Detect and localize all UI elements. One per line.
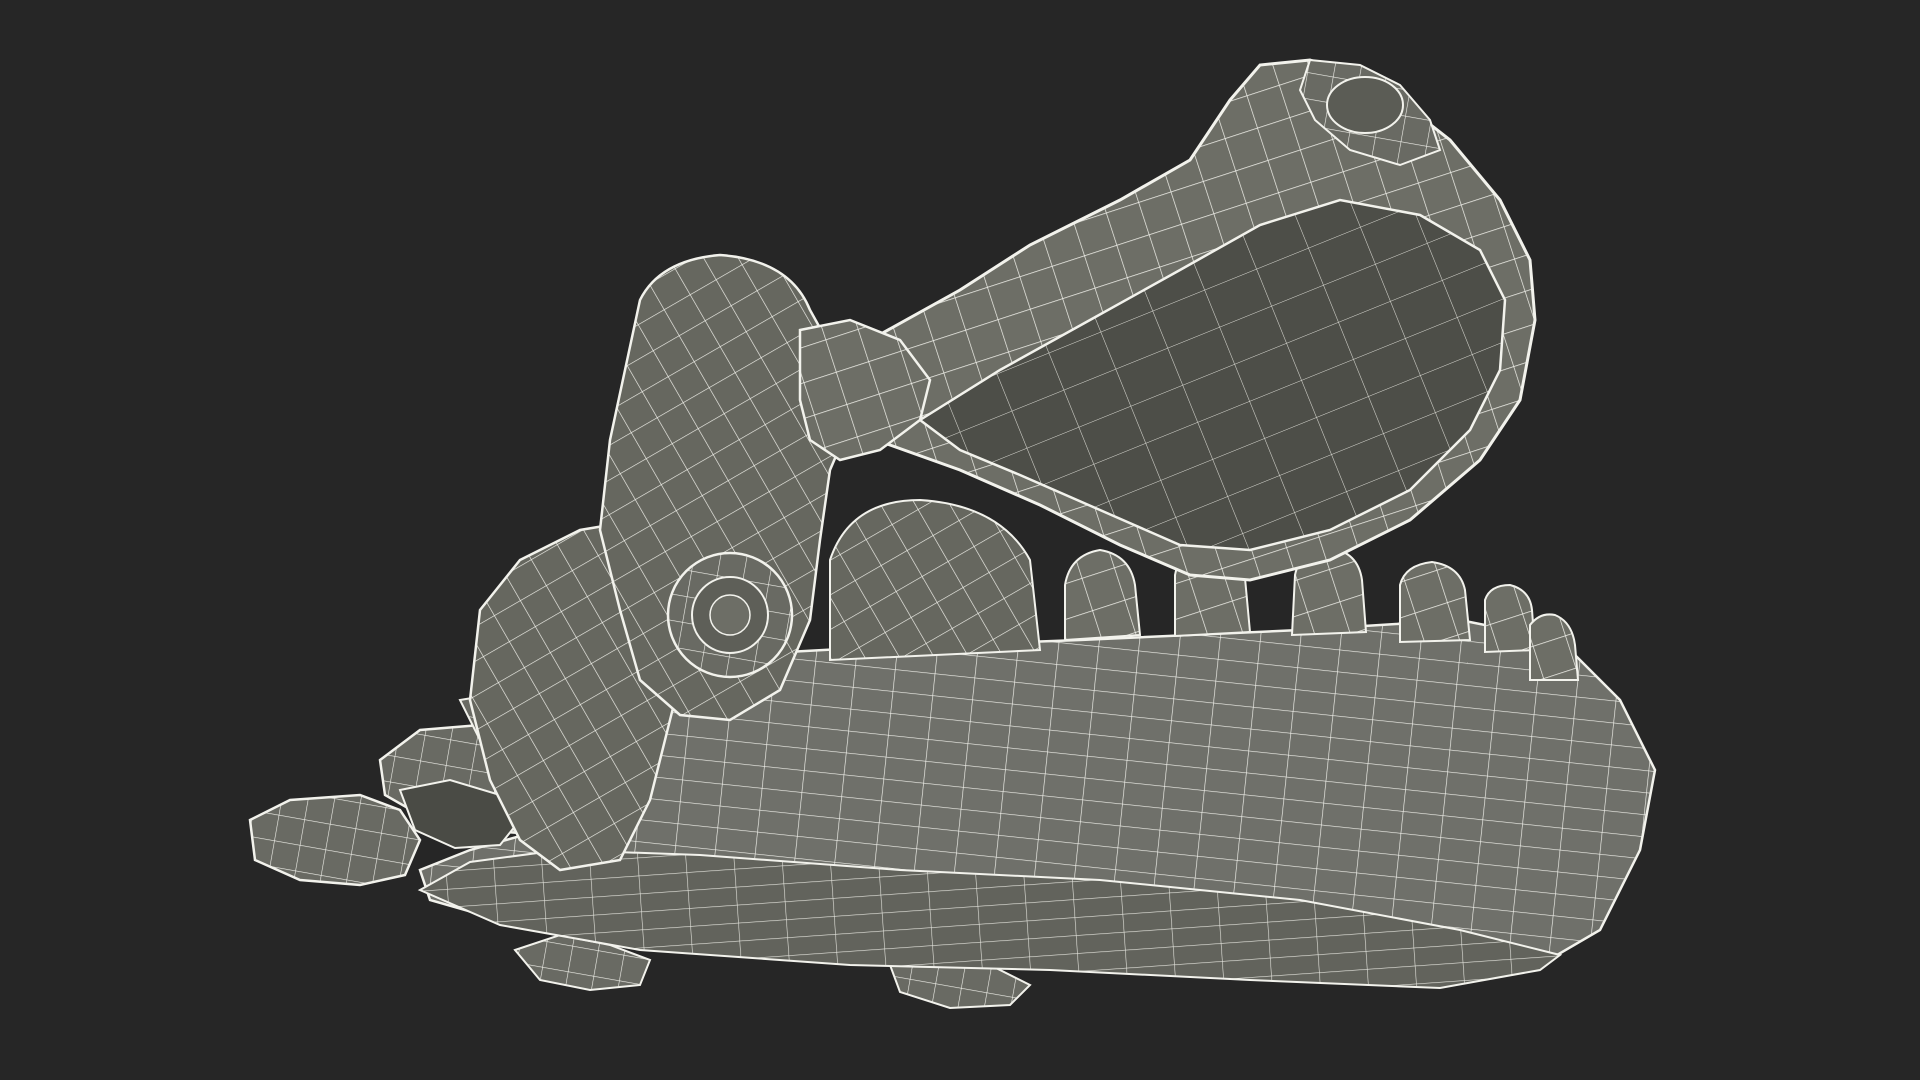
viewport: [0, 0, 1920, 1080]
model-render: [248, 58, 1657, 1010]
body-dome: [829, 498, 1042, 662]
